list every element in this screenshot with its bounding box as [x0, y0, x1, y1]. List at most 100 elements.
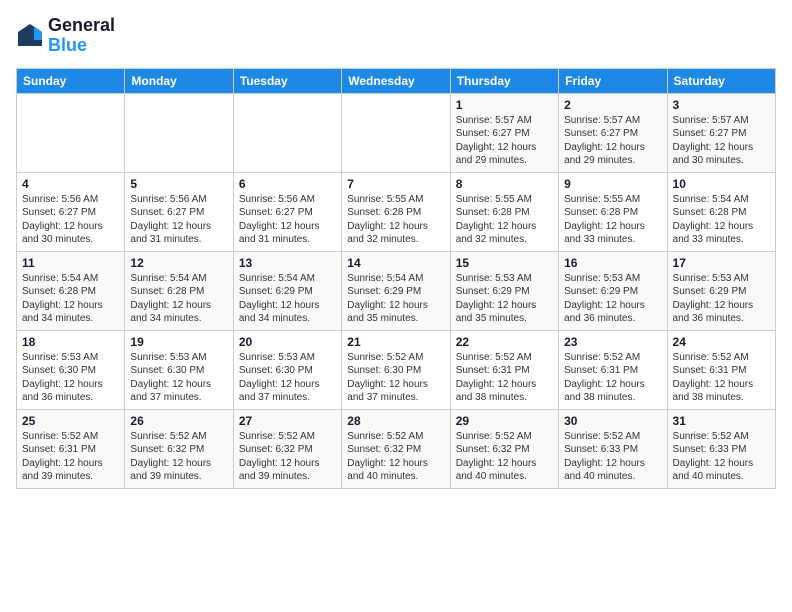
day-number: 27 — [239, 414, 336, 428]
day-number: 29 — [456, 414, 553, 428]
logo: General Blue — [16, 16, 115, 56]
day-number: 21 — [347, 335, 444, 349]
day-info: Sunrise: 5:53 AM Sunset: 6:30 PM Dayligh… — [130, 351, 227, 405]
calendar-cell: 29 Sunrise: 5:52 AM Sunset: 6:32 PM Dayli… — [450, 409, 558, 488]
logo-text: General Blue — [48, 16, 115, 56]
day-number: 11 — [22, 256, 119, 270]
dow-header: Monday — [125, 68, 233, 93]
calendar-cell: 13 Sunrise: 5:54 AM Sunset: 6:29 PM Dayli… — [233, 251, 341, 330]
day-number: 28 — [347, 414, 444, 428]
dow-header: Tuesday — [233, 68, 341, 93]
day-number: 30 — [564, 414, 661, 428]
day-number: 17 — [673, 256, 770, 270]
day-info: Sunrise: 5:53 AM Sunset: 6:30 PM Dayligh… — [239, 351, 336, 405]
calendar-cell: 2 Sunrise: 5:57 AM Sunset: 6:27 PM Daylig… — [559, 93, 667, 172]
dow-header: Sunday — [17, 68, 125, 93]
day-number: 6 — [239, 177, 336, 191]
day-info: Sunrise: 5:54 AM Sunset: 6:28 PM Dayligh… — [130, 272, 227, 326]
calendar-cell: 9 Sunrise: 5:55 AM Sunset: 6:28 PM Daylig… — [559, 172, 667, 251]
day-number: 1 — [456, 98, 553, 112]
day-info: Sunrise: 5:54 AM Sunset: 6:28 PM Dayligh… — [673, 193, 770, 247]
day-info: Sunrise: 5:55 AM Sunset: 6:28 PM Dayligh… — [347, 193, 444, 247]
calendar-cell: 11 Sunrise: 5:54 AM Sunset: 6:28 PM Dayli… — [17, 251, 125, 330]
calendar-cell: 18 Sunrise: 5:53 AM Sunset: 6:30 PM Dayli… — [17, 330, 125, 409]
day-number: 2 — [564, 98, 661, 112]
day-info: Sunrise: 5:55 AM Sunset: 6:28 PM Dayligh… — [564, 193, 661, 247]
day-info: Sunrise: 5:54 AM Sunset: 6:29 PM Dayligh… — [239, 272, 336, 326]
calendar-cell: 8 Sunrise: 5:55 AM Sunset: 6:28 PM Daylig… — [450, 172, 558, 251]
day-number: 20 — [239, 335, 336, 349]
day-info: Sunrise: 5:54 AM Sunset: 6:28 PM Dayligh… — [22, 272, 119, 326]
day-number: 16 — [564, 256, 661, 270]
calendar-cell: 15Sunrise: 5:53 AM Sunset: 6:29 PM Dayli… — [450, 251, 558, 330]
day-info: Sunrise: 5:52 AM Sunset: 6:31 PM Dayligh… — [456, 351, 553, 405]
page-header: General Blue — [16, 16, 776, 56]
dow-header: Thursday — [450, 68, 558, 93]
dow-header: Saturday — [667, 68, 775, 93]
day-number: 22 — [456, 335, 553, 349]
calendar-cell: 21 Sunrise: 5:52 AM Sunset: 6:30 PM Dayli… — [342, 330, 450, 409]
day-number: 9 — [564, 177, 661, 191]
calendar-cell — [342, 93, 450, 172]
calendar-cell: 22 Sunrise: 5:52 AM Sunset: 6:31 PM Dayli… — [450, 330, 558, 409]
day-number: 7 — [347, 177, 444, 191]
calendar-table: SundayMondayTuesdayWednesdayThursdayFrid… — [16, 68, 776, 489]
day-number: 10 — [673, 177, 770, 191]
day-info: Sunrise: 5:56 AM Sunset: 6:27 PM Dayligh… — [22, 193, 119, 247]
calendar-cell: 23 Sunrise: 5:52 AM Sunset: 6:31 PM Dayli… — [559, 330, 667, 409]
calendar-cell: 12 Sunrise: 5:54 AM Sunset: 6:28 PM Dayli… — [125, 251, 233, 330]
day-number: 19 — [130, 335, 227, 349]
day-info: Sunrise: 5:52 AM Sunset: 6:32 PM Dayligh… — [239, 430, 336, 484]
calendar-cell — [17, 93, 125, 172]
day-info: Sunrise: 5:56 AM Sunset: 6:27 PM Dayligh… — [239, 193, 336, 247]
calendar-cell — [233, 93, 341, 172]
calendar-cell: 27 Sunrise: 5:52 AM Sunset: 6:32 PM Dayli… — [233, 409, 341, 488]
day-info: Sunrise: 5:54 AM Sunset: 6:29 PM Dayligh… — [347, 272, 444, 326]
day-number: 25 — [22, 414, 119, 428]
day-info: Sunrise: 5:52 AM Sunset: 6:30 PM Dayligh… — [347, 351, 444, 405]
calendar-cell: 31Sunrise: 5:52 AM Sunset: 6:33 PM Dayli… — [667, 409, 775, 488]
day-number: 5 — [130, 177, 227, 191]
day-number: 4 — [22, 177, 119, 191]
day-info: Sunrise: 5:57 AM Sunset: 6:27 PM Dayligh… — [564, 114, 661, 168]
day-number: 8 — [456, 177, 553, 191]
calendar-cell: 24 Sunrise: 5:52 AM Sunset: 6:31 PM Dayli… — [667, 330, 775, 409]
day-info: Sunrise: 5:52 AM Sunset: 6:31 PM Dayligh… — [22, 430, 119, 484]
day-number: 14 — [347, 256, 444, 270]
calendar-cell: 10 Sunrise: 5:54 AM Sunset: 6:28 PM Dayli… — [667, 172, 775, 251]
calendar-cell: 20 Sunrise: 5:53 AM Sunset: 6:30 PM Dayli… — [233, 330, 341, 409]
day-info: Sunrise: 5:53 AM Sunset: 6:30 PM Dayligh… — [22, 351, 119, 405]
day-number: 23 — [564, 335, 661, 349]
calendar-cell: 17 Sunrise: 5:53 AM Sunset: 6:29 PM Dayli… — [667, 251, 775, 330]
day-info: Sunrise: 5:52 AM Sunset: 6:31 PM Dayligh… — [564, 351, 661, 405]
day-number: 12 — [130, 256, 227, 270]
calendar-cell: 16Sunrise: 5:53 AM Sunset: 6:29 PM Dayli… — [559, 251, 667, 330]
calendar-cell: 4 Sunrise: 5:56 AM Sunset: 6:27 PM Daylig… — [17, 172, 125, 251]
dow-header: Friday — [559, 68, 667, 93]
day-info: Sunrise: 5:55 AM Sunset: 6:28 PM Dayligh… — [456, 193, 553, 247]
calendar-cell: 7 Sunrise: 5:55 AM Sunset: 6:28 PM Daylig… — [342, 172, 450, 251]
calendar-cell: 28Sunrise: 5:52 AM Sunset: 6:32 PM Dayli… — [342, 409, 450, 488]
logo-icon — [16, 22, 44, 50]
day-info: Sunrise: 5:52 AM Sunset: 6:33 PM Dayligh… — [673, 430, 770, 484]
calendar-cell: 26 Sunrise: 5:52 AM Sunset: 6:32 PM Dayli… — [125, 409, 233, 488]
day-number: 26 — [130, 414, 227, 428]
day-info: Sunrise: 5:57 AM Sunset: 6:27 PM Dayligh… — [456, 114, 553, 168]
day-number: 3 — [673, 98, 770, 112]
calendar-cell: 1 Sunrise: 5:57 AM Sunset: 6:27 PM Daylig… — [450, 93, 558, 172]
calendar-cell: 14 Sunrise: 5:54 AM Sunset: 6:29 PM Dayli… — [342, 251, 450, 330]
day-number: 24 — [673, 335, 770, 349]
day-info: Sunrise: 5:53 AM Sunset: 6:29 PM Dayligh… — [673, 272, 770, 326]
day-info: Sunrise: 5:56 AM Sunset: 6:27 PM Dayligh… — [130, 193, 227, 247]
day-info: Sunrise: 5:52 AM Sunset: 6:32 PM Dayligh… — [456, 430, 553, 484]
day-info: Sunrise: 5:52 AM Sunset: 6:31 PM Dayligh… — [673, 351, 770, 405]
day-number: 18 — [22, 335, 119, 349]
day-info: Sunrise: 5:52 AM Sunset: 6:32 PM Dayligh… — [130, 430, 227, 484]
day-info: Sunrise: 5:52 AM Sunset: 6:33 PM Dayligh… — [564, 430, 661, 484]
day-number: 13 — [239, 256, 336, 270]
day-info: Sunrise: 5:53 AM Sunset: 6:29 PM Dayligh… — [456, 272, 553, 326]
calendar-cell — [125, 93, 233, 172]
day-info: Sunrise: 5:57 AM Sunset: 6:27 PM Dayligh… — [673, 114, 770, 168]
calendar-cell: 5 Sunrise: 5:56 AM Sunset: 6:27 PM Daylig… — [125, 172, 233, 251]
calendar-cell: 3 Sunrise: 5:57 AM Sunset: 6:27 PM Daylig… — [667, 93, 775, 172]
